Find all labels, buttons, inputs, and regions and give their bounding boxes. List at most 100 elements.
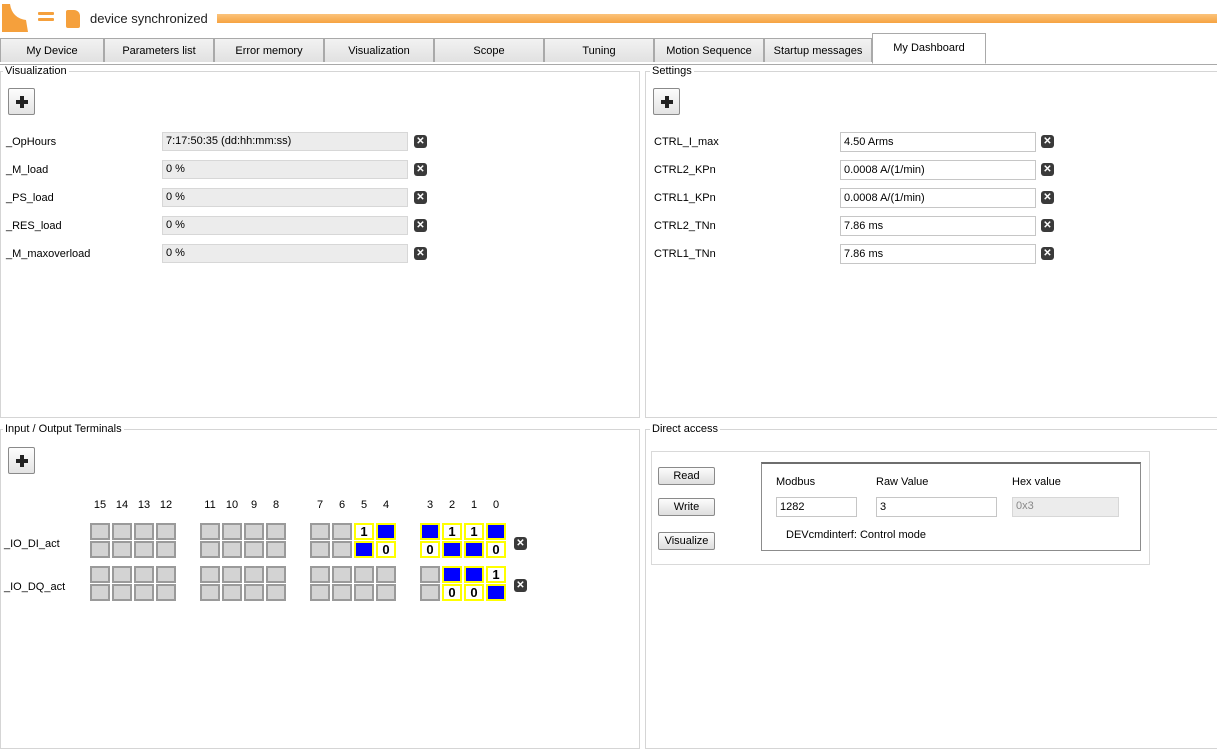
raw-value-label: Raw Value: [876, 476, 929, 488]
io-bit-dq-lower: [354, 584, 374, 601]
io-bit-di-upper: 1: [354, 523, 374, 540]
io-bit-di-upper: [90, 523, 110, 540]
setting-input-ctrl-i-max[interactable]: 4.50 Arms: [840, 132, 1036, 152]
io-title: Input / Output Terminals: [3, 423, 124, 435]
remove-icon[interactable]: ✕: [1041, 247, 1054, 260]
vis-label-ps-load: _PS_load: [6, 192, 54, 204]
vis-label-m-maxoverload: _M_maxoverload: [6, 248, 91, 260]
io-bit-dq-lower: 0: [464, 584, 484, 601]
bit-number: 7: [316, 499, 324, 511]
io-bit-dq-upper: [112, 566, 132, 583]
io-bit-dq-upper: [464, 566, 484, 583]
top-bar: device synchronized: [0, 0, 1217, 36]
setting-input-ctrl2-tnn[interactable]: 7.86 ms: [840, 216, 1036, 236]
tab-tuning[interactable]: Tuning: [544, 38, 654, 62]
setting-label-ctrl2-kpn: CTRL2_KPn: [654, 164, 716, 176]
io-bit-dq-lower: [90, 584, 110, 601]
add-io-button[interactable]: [8, 447, 35, 474]
settings-title: Settings: [650, 65, 694, 77]
tab-scope[interactable]: Scope: [434, 38, 544, 62]
io-bit-dq-upper: [244, 566, 264, 583]
io-bit-di-upper: [376, 523, 396, 540]
io-bit-di-upper: [200, 523, 220, 540]
io-bit-di-upper: [310, 523, 330, 540]
write-button[interactable]: Write: [658, 498, 715, 516]
setting-label-ctrl1-tnn: CTRL1_TNn: [654, 248, 716, 260]
io-bit-di-upper: [266, 523, 286, 540]
io-bit-dq-upper: [354, 566, 374, 583]
io-bit-di-upper: [134, 523, 154, 540]
setting-input-ctrl1-kpn[interactable]: 0.0008 A/(1/min): [840, 188, 1036, 208]
io-bit-di-lower: 0: [420, 541, 440, 558]
remove-icon[interactable]: ✕: [514, 537, 527, 550]
io-bit-di-lower: [442, 541, 462, 558]
bit-number: 3: [426, 499, 434, 511]
io-bit-dq-upper: [310, 566, 330, 583]
remove-icon[interactable]: ✕: [1041, 135, 1054, 148]
tab-motion-sequence[interactable]: Motion Sequence: [654, 38, 764, 62]
add-setting-button[interactable]: [653, 88, 680, 115]
remove-icon[interactable]: ✕: [414, 191, 427, 204]
io-bit-dq-lower: [134, 584, 154, 601]
remove-icon[interactable]: ✕: [414, 247, 427, 260]
add-visualization-button[interactable]: [8, 88, 35, 115]
io-bit-dq-lower: [420, 584, 440, 601]
tab-error-memory[interactable]: Error memory: [214, 38, 324, 62]
io-bit-dq-lower: [244, 584, 264, 601]
remove-icon[interactable]: ✕: [414, 163, 427, 176]
direct-access-title: Direct access: [650, 423, 721, 435]
modbus-input[interactable]: 1282: [776, 497, 857, 517]
remove-icon[interactable]: ✕: [1041, 219, 1054, 232]
tab-parameters-list[interactable]: Parameters list: [104, 38, 214, 62]
io-bit-dq-upper: [266, 566, 286, 583]
io-bit-dq-lower: 0: [442, 584, 462, 601]
tab-my-device[interactable]: My Device: [0, 38, 104, 62]
remove-icon[interactable]: ✕: [514, 579, 527, 592]
io-bit-dq-upper: [222, 566, 242, 583]
bit-number: 12: [159, 499, 173, 511]
io-bit-di-lower: [354, 541, 374, 558]
setting-input-ctrl1-tnn[interactable]: 7.86 ms: [840, 244, 1036, 264]
io-bit-di-lower: [266, 541, 286, 558]
io-bit-di-lower: [310, 541, 330, 558]
io-label-di: _IO_DI_act: [4, 538, 60, 550]
io-bit-dq-lower: [156, 584, 176, 601]
io-bit-dq-upper: 1: [486, 566, 506, 583]
bit-number: 11: [204, 499, 216, 511]
tab-visualization[interactable]: Visualization: [324, 38, 434, 62]
tab-startup-messages[interactable]: Startup messages: [764, 38, 872, 62]
bit-number: 13: [137, 499, 151, 511]
remove-icon[interactable]: ✕: [414, 219, 427, 232]
io-bit-di-lower: [244, 541, 264, 558]
read-button[interactable]: Read: [658, 467, 715, 485]
io-bit-dq-lower: [112, 584, 132, 601]
menu-icon[interactable]: [38, 12, 54, 26]
remove-icon[interactable]: ✕: [1041, 163, 1054, 176]
sync-progress-bar: [217, 14, 1217, 23]
io-bit-di-lower: [464, 541, 484, 558]
remove-icon[interactable]: ✕: [1041, 191, 1054, 204]
setting-label-ctrl1-kpn: CTRL1_KPn: [654, 192, 716, 204]
bit-number: 5: [360, 499, 368, 511]
bit-number: 1: [470, 499, 478, 511]
setting-input-ctrl2-kpn[interactable]: 0.0008 A/(1/min): [840, 160, 1036, 180]
io-bit-dq-lower: [486, 584, 506, 601]
bit-number: 2: [448, 499, 456, 511]
io-bit-di-lower: [200, 541, 220, 558]
visualize-button[interactable]: Visualize: [658, 532, 715, 550]
modbus-label: Modbus: [776, 476, 816, 488]
setting-label-ctrl-i-max: CTRL_I_max: [654, 136, 719, 148]
setting-label-ctrl2-tnn: CTRL2_TNn: [654, 220, 716, 232]
bit-number: 4: [382, 499, 390, 511]
io-bit-di-upper: 1: [442, 523, 462, 540]
vis-value-m-load: 0 %: [162, 160, 408, 179]
bit-number: 10: [225, 499, 239, 511]
vis-value-ophours: 7:17:50:35 (dd:hh:mm:ss): [162, 132, 408, 151]
bit-number: 0: [492, 499, 500, 511]
tab-my-dashboard[interactable]: My Dashboard: [872, 33, 986, 64]
raw-value-input[interactable]: 3: [876, 497, 997, 517]
sync-status: device synchronized: [90, 11, 208, 26]
io-bit-di-lower: [332, 541, 352, 558]
io-bit-di-upper: [244, 523, 264, 540]
remove-icon[interactable]: ✕: [414, 135, 427, 148]
